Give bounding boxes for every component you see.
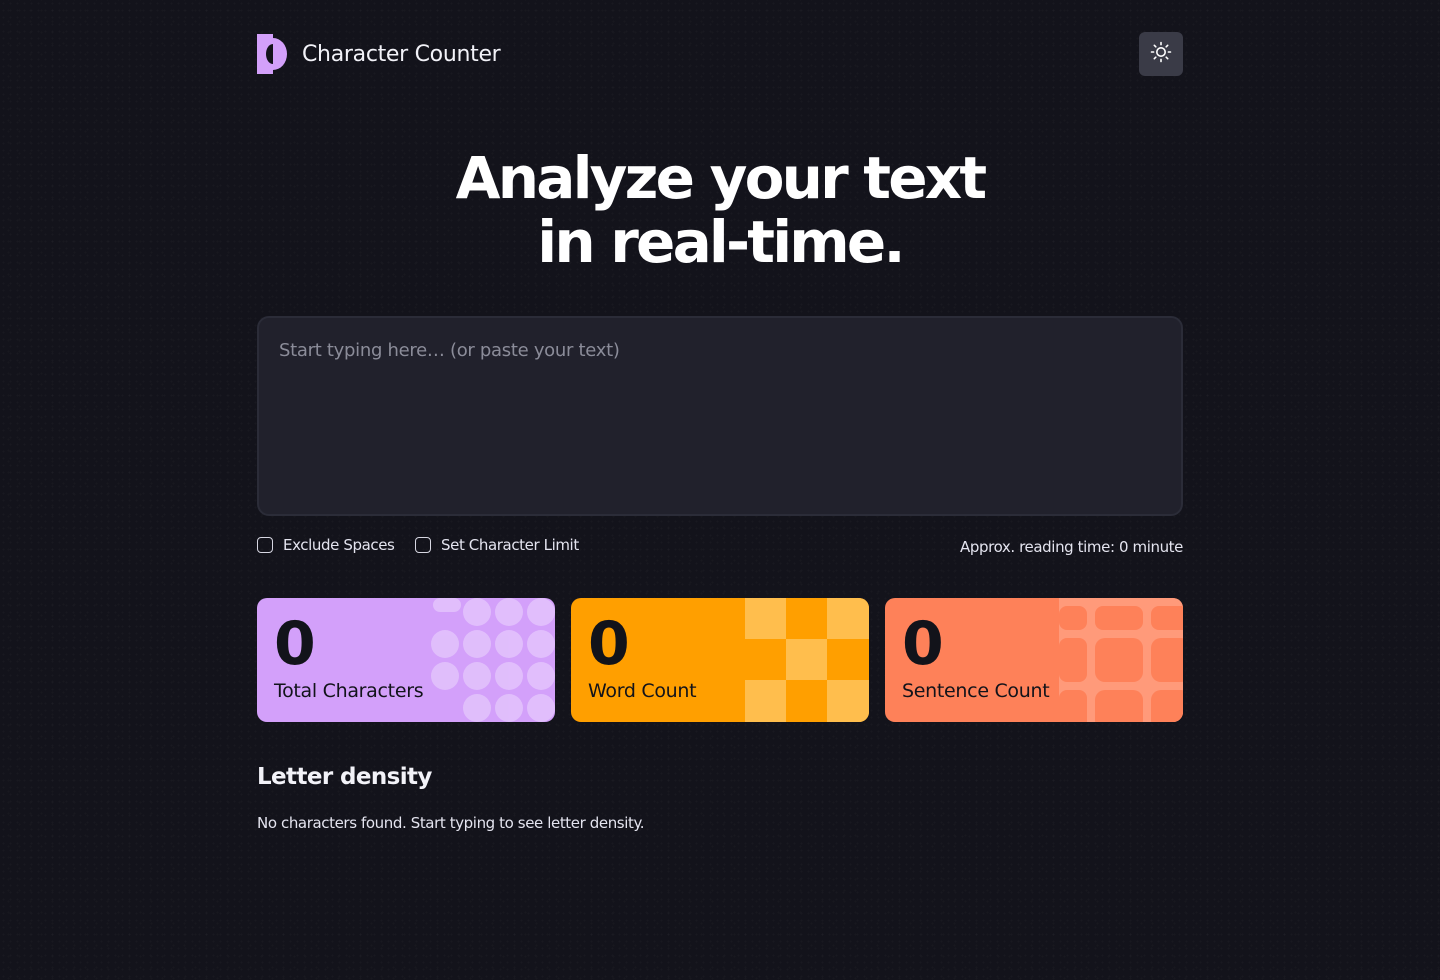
sentence-count-card: 0 Sentence Count <box>885 598 1183 722</box>
letter-density-title: Letter density <box>257 764 432 790</box>
word-count-card: 0 Word Count <box>571 598 869 722</box>
total-characters-value: 0 <box>274 609 316 679</box>
exclude-spaces-label: Exclude Spaces <box>283 536 395 554</box>
hero-heading: Analyze your text in real-time. <box>257 146 1183 274</box>
word-count-label: Word Count <box>588 680 697 702</box>
sentence-count-label: Sentence Count <box>902 680 1050 702</box>
letter-density-empty-message: No characters found. Start typing to see… <box>257 814 645 832</box>
stats-cards: 0 Total Characters 0 Word Count 0 Senten… <box>257 598 1183 722</box>
exclude-spaces-option[interactable]: Exclude Spaces <box>257 536 395 554</box>
total-characters-card: 0 Total Characters <box>257 598 555 722</box>
app-logo[interactable]: Character Counter <box>257 34 501 74</box>
character-limit-checkbox[interactable] <box>415 537 431 553</box>
grid-pattern-icon <box>1059 598 1183 722</box>
hero-line-1: Analyze your text <box>455 144 987 212</box>
options-row: Exclude Spaces Set Character Limit Appro… <box>257 536 1183 558</box>
sentence-count-value: 0 <box>902 609 944 679</box>
hero-line-2: in real-time. <box>537 208 905 276</box>
reading-time: Approx. reading time: 0 minute <box>960 538 1183 556</box>
theme-toggle-button[interactable] <box>1139 32 1183 76</box>
character-limit-option[interactable]: Set Character Limit <box>415 536 579 554</box>
total-characters-label: Total Characters <box>274 680 424 702</box>
word-count-value: 0 <box>588 609 630 679</box>
sun-icon <box>1150 41 1172 67</box>
exclude-spaces-checkbox[interactable] <box>257 537 273 553</box>
app-header: Character Counter <box>257 32 1183 76</box>
character-limit-label: Set Character Limit <box>441 536 579 554</box>
circles-pattern-icon <box>431 598 555 722</box>
text-input-placeholder: Start typing here… (or paste your text) <box>279 340 620 361</box>
app-title: Character Counter <box>302 41 501 67</box>
half-circle-logo-icon <box>257 34 289 74</box>
text-input[interactable]: Start typing here… (or paste your text) <box>257 316 1183 516</box>
checker-pattern-icon <box>745 598 869 722</box>
